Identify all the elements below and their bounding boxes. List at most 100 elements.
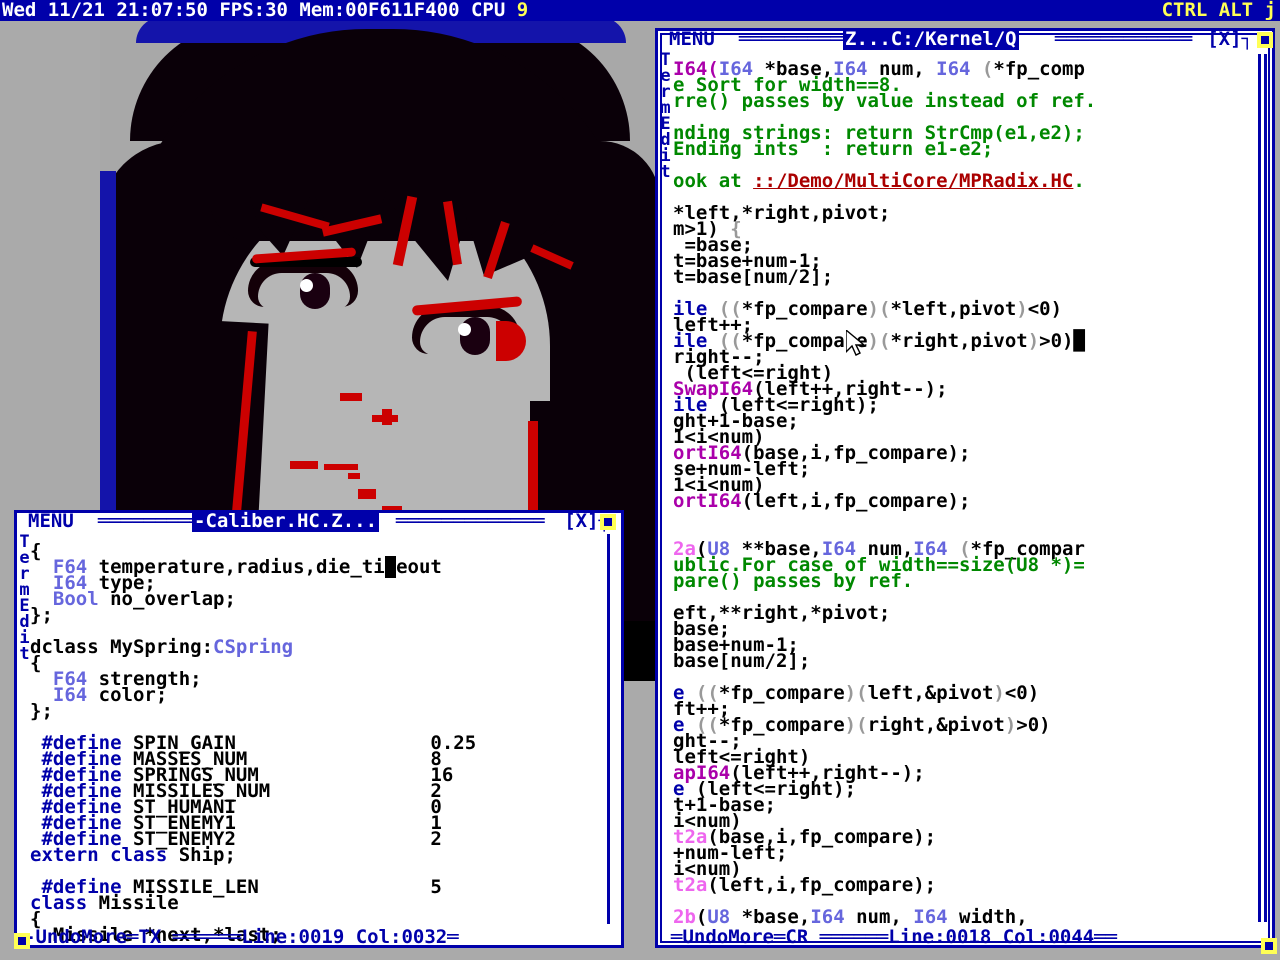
code-token: m (384, 556, 397, 578)
code-token: ) (867, 330, 879, 352)
code-token: >0) (1016, 714, 1051, 736)
resize-grip-right-bottom[interactable] (1261, 938, 1277, 954)
code-token: *fp_compare (741, 298, 868, 320)
resize-grip-left-top[interactable] (600, 514, 616, 530)
code-token: CSpring (213, 636, 294, 658)
statusbar-text-caliber: -UndoMore═TX ══════Line:0019 Col:0032═ (24, 926, 459, 948)
code-line[interactable]: +num-left; (673, 844, 1253, 863)
code-token: I64 (810, 906, 845, 928)
titlebar-rule-right: ════════════ (1055, 28, 1193, 50)
templeos-desktop: Wed 11/21 21:07:50 FPS:30 Mem:00F611F400… (0, 0, 1280, 960)
code-token: pare() passes by ref. (673, 570, 914, 592)
code-token: . (1073, 170, 1085, 192)
resize-grip-right-top[interactable] (1257, 32, 1273, 48)
code-line[interactable]: *left,*right,pivot; (673, 204, 1253, 223)
code-line[interactable]: ortI64(left,i,fp_compare); (673, 490, 1253, 512)
code-token: (left,i,fp_compare); (707, 874, 937, 896)
code-line[interactable]: 2b(U8 *base,I64 num, I64 width, (673, 906, 1253, 928)
code-token: ( (856, 682, 868, 704)
code-token: I64 (913, 906, 948, 928)
code-line[interactable]: ook at ::/Demo/MultiCore/MPRadix.HC. (673, 170, 1253, 192)
code-line[interactable]: base[num/2]; (673, 650, 1253, 672)
status-bar-left: Wed 11/21 21:07:50 FPS:30 Mem:00F611F400… (2, 0, 528, 21)
code-line[interactable]: ile ((*fp_compare)(*left,pivot)<0) (673, 298, 1253, 320)
code-token: color; (87, 684, 168, 706)
code-token: ) (1004, 714, 1017, 736)
code-token: ) (993, 682, 1005, 704)
code-token: t=base[num/2]; (673, 266, 834, 288)
code-token: <0) (1004, 682, 1040, 704)
code-token: Missile (87, 892, 179, 914)
code-token: ) (867, 298, 879, 320)
menu-button-right[interactable]: MENU (669, 28, 715, 50)
code-token: ( (878, 330, 891, 352)
code-line[interactable]: Bool no_overlap; (30, 588, 604, 610)
code-line[interactable]: t+1-base; (673, 796, 1253, 815)
code-view-kernel[interactable]: I64(I64 *base,I64 num, I64 (*fp_comp e So… (673, 58, 1253, 928)
code-token: rre() passes by value instead of ref. (673, 90, 1097, 112)
code-token: ( (856, 714, 868, 736)
code-token: extern class (30, 844, 168, 866)
scrollbar-right-window-track[interactable] (1258, 54, 1261, 922)
code-token: left,&pivot (867, 682, 994, 704)
status-bar-cpu-count: 9 (516, 0, 529, 21)
scrollbar-left-window[interactable] (607, 534, 610, 924)
code-token: ) (844, 682, 857, 704)
code-token: no_overlap; (98, 588, 236, 610)
titlebar-rule-right-2: ═════════════ (396, 510, 545, 532)
code-token: dclass MySpring: (30, 636, 214, 658)
resize-grip-left-bottom[interactable] (14, 933, 30, 949)
titlebar-caliber[interactable]: MENU ══════════════ -Caliber.HC.Z... ═══… (14, 510, 624, 532)
code-token: (left,i,fp_compare); (741, 490, 971, 512)
code-line[interactable]: I64 color; (30, 684, 604, 706)
code-token: *fp_comp (993, 58, 1085, 80)
code-token: num, (844, 906, 914, 928)
code-token: ( (878, 298, 891, 320)
code-token: I64 (52, 684, 88, 706)
code-token: Ending ints : return e1-e2; (673, 138, 994, 160)
code-token: U8 (707, 906, 731, 928)
code-token: ook at (673, 170, 754, 192)
code-line[interactable]: rre() passes by value instead of ref. (673, 90, 1253, 112)
code-token: width, (947, 906, 1028, 928)
code-token: <0) (1027, 298, 1063, 320)
side-label-char: t (660, 162, 671, 182)
window-title-kernel: Z...C:/Kernel/Q (843, 28, 1019, 50)
code-line[interactable]: dclass MySpring:CSpring (30, 636, 604, 658)
code-token: ::/Demo/MultiCore/MPRadix.HC (753, 170, 1074, 192)
code-line[interactable]: t=base[num/2]; (673, 266, 1253, 288)
window-caliber-editor[interactable]: MENU ══════════════ -Caliber.HC.Z... ═══… (14, 510, 624, 949)
code-token: *fp_compare (718, 682, 845, 704)
code-token: *left,pivot (890, 298, 1017, 320)
close-button-right[interactable]: [X]┐ (1207, 28, 1253, 50)
window-title-caliber: -Caliber.HC.Z... (192, 510, 380, 532)
code-line[interactable]: Ending ints : return e1-e2; (673, 138, 1253, 160)
code-token: ( (981, 58, 994, 80)
titlebar-kernel[interactable]: MENU ══════════════ Z...C:/Kernel/Q ════… (655, 28, 1275, 50)
statusbar-text-kernel: ═UndoMore═CR ══════Line:0018 Col:0044══ (671, 926, 1118, 948)
code-token: I64 (936, 58, 971, 80)
code-token: base[num/2]; (673, 650, 811, 672)
code-token: *right,pivot (890, 330, 1028, 352)
window-kernel-editor[interactable]: MENU ══════════════ Z...C:/Kernel/Q ════… (655, 28, 1277, 954)
statusbar-caliber: -UndoMore═TX ══════Line:0019 Col:0032═ (14, 926, 624, 948)
code-token: >0) (1039, 330, 1074, 352)
code-view-caliber[interactable]: { F64 temperature,radius,die_timeout I64… (30, 542, 604, 945)
code-line[interactable]: t2a(left,i,fp_compare); (673, 874, 1253, 896)
code-line[interactable]: eft,**right,*pivot; (673, 604, 1253, 623)
system-status-bar: Wed 11/21 21:07:50 FPS:30 Mem:00F611F400… (0, 0, 1280, 21)
code-token: eout (396, 556, 442, 578)
side-label-termedit-right: TermEdit (658, 52, 673, 182)
code-token: right,&pivot (867, 714, 1005, 736)
code-token: ) (1016, 298, 1028, 320)
code-token: Bool (52, 588, 99, 610)
code-token: *base, (730, 906, 811, 928)
code-line[interactable]: e ((*fp_compare)(left,&pivot)<0) (673, 682, 1253, 704)
menu-button-left[interactable]: MENU (28, 510, 74, 532)
code-token: ( (695, 906, 708, 928)
code-line[interactable]: e ((*fp_compare)(right,&pivot)>0) (673, 714, 1253, 736)
code-token: ) (1027, 330, 1040, 352)
scrollbar-right-window[interactable] (1264, 54, 1267, 922)
status-bar-keyhint: CTRL ALT j (1161, 0, 1276, 21)
code-token: █ (1073, 330, 1085, 352)
